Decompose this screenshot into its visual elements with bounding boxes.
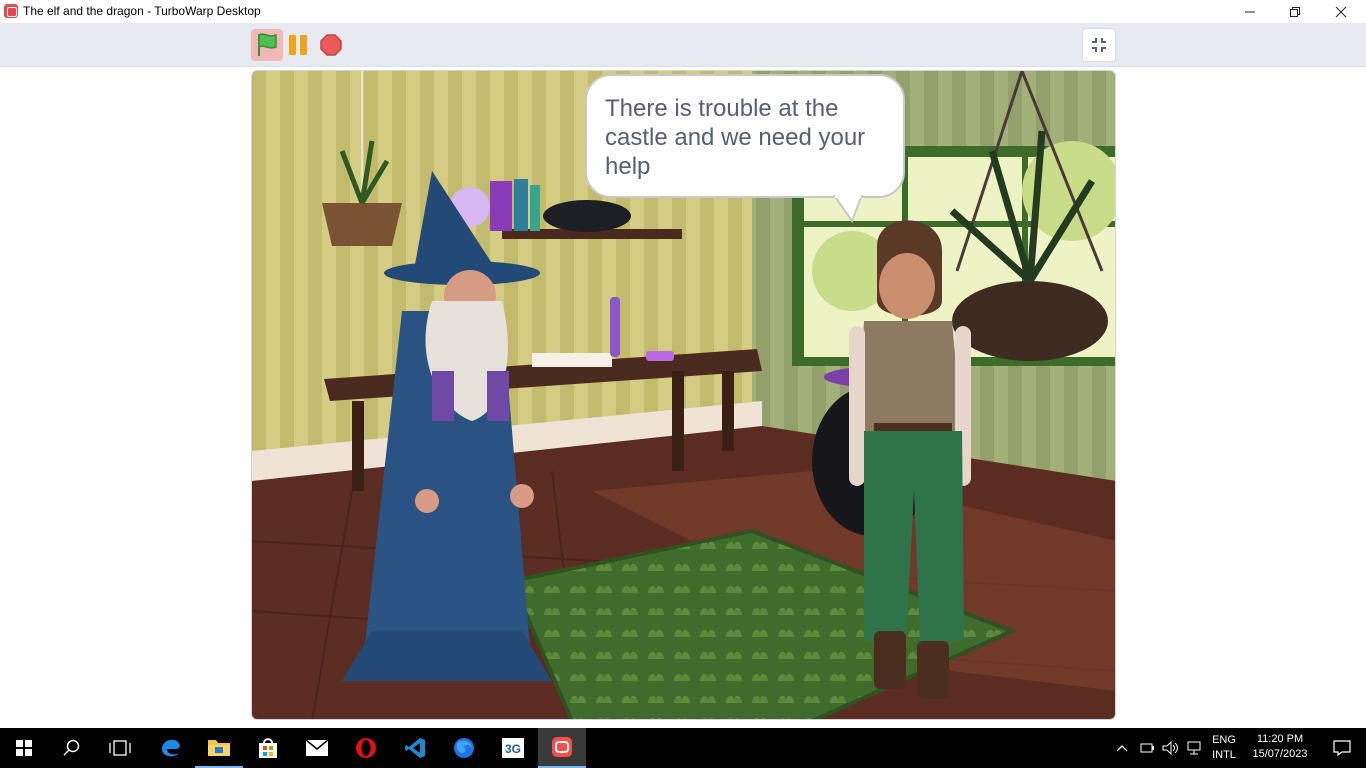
svg-text:3G: 3G bbox=[505, 742, 521, 756]
minimize-icon bbox=[1245, 11, 1255, 12]
taskbar-opera[interactable] bbox=[342, 728, 390, 768]
3g-app-icon: 3G bbox=[502, 738, 524, 758]
input-language-indicator[interactable]: ENG INTL bbox=[1208, 733, 1240, 763]
notifications-button[interactable] bbox=[1318, 728, 1366, 768]
clock-time: 11:20 PM bbox=[1256, 733, 1304, 745]
vscode-icon bbox=[405, 738, 425, 758]
restore-button[interactable] bbox=[1272, 0, 1318, 23]
taskbar-3g-app[interactable]: 3G bbox=[489, 728, 537, 768]
green-flag-button[interactable] bbox=[251, 29, 283, 61]
language-code: ENG bbox=[1212, 734, 1236, 746]
taskbar-firefox[interactable] bbox=[440, 728, 488, 768]
taskbar-edge[interactable] bbox=[147, 728, 195, 768]
taskbar-file-explorer[interactable] bbox=[195, 728, 243, 768]
stop-button[interactable] bbox=[320, 34, 342, 56]
chevron-up-icon bbox=[1116, 745, 1128, 752]
task-view-button[interactable] bbox=[96, 728, 144, 768]
green-flag-icon bbox=[258, 33, 277, 56]
windows-logo-icon bbox=[16, 740, 32, 756]
opera-icon bbox=[356, 738, 376, 758]
restore-icon bbox=[1290, 6, 1300, 17]
edge-icon bbox=[162, 739, 180, 757]
close-icon bbox=[1335, 6, 1347, 17]
start-button[interactable] bbox=[0, 728, 48, 768]
clock[interactable]: 11:20 PM 15/07/2023 bbox=[1244, 732, 1316, 762]
pause-button[interactable] bbox=[287, 33, 311, 57]
project-stage[interactable]: There is trouble at the castle and we ne… bbox=[251, 70, 1116, 720]
speech-bubble: There is trouble at the castle and we ne… bbox=[585, 74, 905, 198]
stop-icon bbox=[320, 34, 342, 56]
battery-icon bbox=[1140, 743, 1154, 753]
speaker-icon bbox=[1162, 741, 1178, 755]
taskbar-store[interactable] bbox=[244, 728, 292, 768]
close-button[interactable] bbox=[1318, 0, 1364, 23]
volume-button[interactable] bbox=[1159, 728, 1183, 768]
minimize-button[interactable] bbox=[1227, 0, 1273, 23]
taskbar-vscode[interactable] bbox=[391, 728, 439, 768]
turbowarp-app-icon bbox=[4, 4, 18, 18]
mail-icon bbox=[305, 739, 329, 756]
notification-icon bbox=[1333, 740, 1351, 756]
firefox-icon bbox=[454, 738, 474, 758]
taskbar-mail[interactable] bbox=[293, 728, 341, 768]
keyboard-layout: INTL bbox=[1212, 749, 1236, 761]
network-icon bbox=[1187, 741, 1201, 755]
store-icon bbox=[259, 738, 277, 758]
task-view-icon bbox=[109, 740, 131, 756]
exit-fullscreen-icon bbox=[1092, 38, 1106, 52]
taskbar-turbowarp[interactable] bbox=[538, 728, 586, 768]
clock-date: 15/07/2023 bbox=[1252, 748, 1308, 760]
battery-button[interactable] bbox=[1135, 728, 1159, 768]
folder-icon bbox=[208, 740, 230, 756]
window-title: The elf and the dragon - TurboWarp Deskt… bbox=[23, 4, 261, 18]
search-button[interactable] bbox=[48, 728, 96, 768]
turbowarp-icon bbox=[552, 737, 572, 757]
title-bar: The elf and the dragon - TurboWarp Deskt… bbox=[0, 0, 1366, 23]
windows-taskbar: 3G ENG INTL 11:20 PM 15/07/2023 bbox=[0, 728, 1366, 768]
network-button[interactable] bbox=[1183, 728, 1207, 768]
speech-bubble-tail bbox=[832, 195, 864, 224]
show-hidden-icons-button[interactable] bbox=[1112, 728, 1132, 768]
search-icon bbox=[63, 739, 80, 756]
player-toolbar bbox=[0, 23, 1366, 67]
exit-fullscreen-button[interactable] bbox=[1082, 28, 1116, 62]
